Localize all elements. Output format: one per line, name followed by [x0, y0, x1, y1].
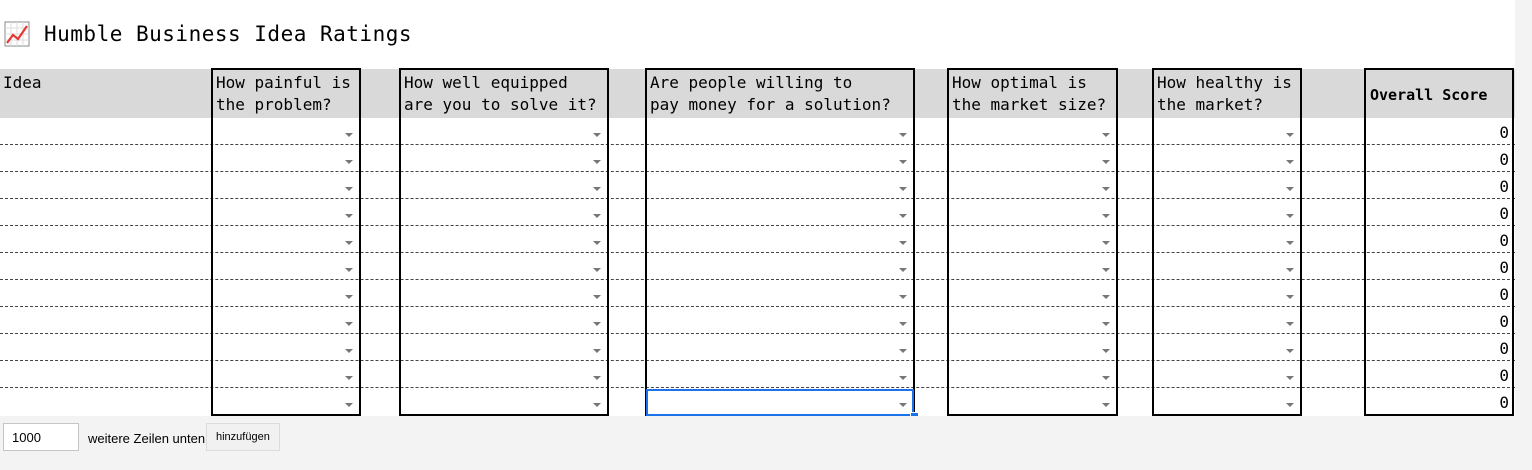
header-overall-score[interactable]: Overall Score — [1366, 69, 1512, 118]
dropdown-arrow-icon[interactable] — [345, 187, 353, 191]
dropdown-arrow-icon[interactable] — [593, 403, 601, 407]
dropdown-arrow-icon[interactable] — [593, 376, 601, 380]
overall-score-cell[interactable]: 0 — [1469, 123, 1509, 142]
dropdown-arrow-icon[interactable] — [899, 349, 907, 353]
dropdown-arrow-icon[interactable] — [1286, 241, 1294, 245]
dropdown-arrow-icon[interactable] — [1102, 376, 1110, 380]
dropdown-arrow-icon[interactable] — [345, 241, 353, 245]
row-divider — [0, 144, 1515, 145]
row-divider — [0, 171, 1515, 172]
dropdown-arrow-icon[interactable] — [1286, 322, 1294, 326]
dropdown-arrow-icon[interactable] — [1286, 187, 1294, 191]
dropdown-arrow-icon[interactable] — [593, 349, 601, 353]
add-rows-label: weitere Zeilen unten — [88, 431, 206, 446]
dropdown-arrow-icon[interactable] — [899, 241, 907, 245]
add-rows-count-input[interactable] — [3, 423, 79, 451]
dropdown-arrow-icon[interactable] — [899, 133, 907, 137]
dropdown-arrow-icon[interactable] — [593, 133, 601, 137]
dropdown-arrow-icon[interactable] — [345, 349, 353, 353]
overall-score-cell[interactable]: 0 — [1469, 393, 1509, 412]
dropdown-arrow-icon[interactable] — [1286, 295, 1294, 299]
overall-score-cell[interactable]: 0 — [1469, 150, 1509, 169]
title-text: Humble Business Idea Ratings — [44, 22, 413, 46]
dropdown-arrow-icon[interactable] — [1102, 322, 1110, 326]
dropdown-arrow-icon[interactable] — [1286, 376, 1294, 380]
dropdown-arrow-icon[interactable] — [593, 241, 601, 245]
dropdown-arrow-icon[interactable] — [1102, 241, 1110, 245]
dropdown-arrow-icon[interactable] — [1102, 187, 1110, 191]
row-divider — [0, 198, 1515, 199]
dropdown-arrow-icon[interactable] — [1102, 295, 1110, 299]
dropdown-arrow-icon[interactable] — [593, 322, 601, 326]
dropdown-arrow-icon[interactable] — [1102, 403, 1110, 407]
overall-score-cell[interactable]: 0 — [1469, 177, 1509, 196]
selected-cell[interactable] — [646, 389, 914, 416]
header-market-health[interactable]: How healthy is the market? — [1154, 69, 1300, 118]
dropdown-arrow-icon[interactable] — [345, 160, 353, 164]
dropdown-arrow-icon[interactable] — [1102, 160, 1110, 164]
header-market-size[interactable]: How optimal is the market size? — [949, 69, 1116, 118]
dropdown-arrow-icon[interactable] — [1102, 268, 1110, 272]
add-rows-button[interactable]: hinzufügen — [206, 423, 280, 451]
dropdown-arrow-icon[interactable] — [345, 295, 353, 299]
overall-score-cell[interactable]: 0 — [1469, 204, 1509, 223]
dropdown-arrow-icon[interactable] — [1286, 403, 1294, 407]
row-divider — [0, 252, 1515, 253]
dropdown-arrow-icon[interactable] — [1102, 133, 1110, 137]
dropdown-arrow-icon[interactable] — [593, 187, 601, 191]
header-equipped[interactable]: How well equipped are you to solve it? — [401, 69, 607, 118]
row-divider — [0, 360, 1515, 361]
dropdown-arrow-icon[interactable] — [345, 133, 353, 137]
dropdown-arrow-icon[interactable] — [345, 214, 353, 218]
dropdown-arrow-icon[interactable] — [899, 187, 907, 191]
header-painful[interactable]: How painful is the problem? — [213, 69, 359, 118]
dropdown-arrow-icon[interactable] — [1286, 160, 1294, 164]
dropdown-arrow-icon[interactable] — [345, 322, 353, 326]
row-divider — [0, 333, 1515, 334]
dropdown-arrow-icon[interactable] — [593, 295, 601, 299]
dropdown-arrow-icon[interactable] — [1102, 214, 1110, 218]
dropdown-arrow-icon[interactable] — [1102, 349, 1110, 353]
row-divider — [0, 279, 1515, 280]
right-gutter — [1515, 0, 1532, 470]
dropdown-arrow-icon[interactable] — [593, 268, 601, 272]
dropdown-arrow-icon[interactable] — [899, 376, 907, 380]
sheet-title: Humble Business Idea Ratings — [4, 19, 412, 49]
dropdown-arrow-icon[interactable] — [345, 376, 353, 380]
overall-score-cell[interactable]: 0 — [1469, 258, 1509, 277]
chart-increasing-icon — [4, 21, 30, 47]
dropdown-arrow-icon[interactable] — [899, 295, 907, 299]
dropdown-arrow-icon[interactable] — [1286, 268, 1294, 272]
dropdown-arrow-icon[interactable] — [899, 214, 907, 218]
overall-score-cell[interactable]: 0 — [1469, 312, 1509, 331]
dropdown-arrow-icon[interactable] — [345, 403, 353, 407]
dropdown-arrow-icon[interactable] — [1286, 349, 1294, 353]
overall-score-cell[interactable]: 0 — [1469, 231, 1509, 250]
dropdown-arrow-icon[interactable] — [899, 160, 907, 164]
overall-score-cell[interactable]: 0 — [1469, 339, 1509, 358]
header-willing-to-pay[interactable]: Are people willing to pay money for a so… — [647, 69, 912, 118]
header-idea[interactable]: Idea — [0, 69, 210, 118]
row-divider — [0, 225, 1515, 226]
dropdown-arrow-icon[interactable] — [593, 214, 601, 218]
dropdown-arrow-icon[interactable] — [1286, 133, 1294, 137]
overall-score-cell[interactable]: 0 — [1469, 366, 1509, 385]
dropdown-arrow-icon[interactable] — [593, 160, 601, 164]
dropdown-arrow-icon[interactable] — [899, 268, 907, 272]
dropdown-arrow-icon[interactable] — [1286, 214, 1294, 218]
row-divider — [0, 306, 1515, 307]
dropdown-arrow-icon[interactable] — [899, 322, 907, 326]
data-rows: 0 0 0 0 0 0 0 0 0 0 0 — [0, 118, 1515, 416]
overall-score-cell[interactable]: 0 — [1469, 285, 1509, 304]
dropdown-arrow-icon[interactable] — [345, 268, 353, 272]
row-divider — [0, 387, 1515, 388]
